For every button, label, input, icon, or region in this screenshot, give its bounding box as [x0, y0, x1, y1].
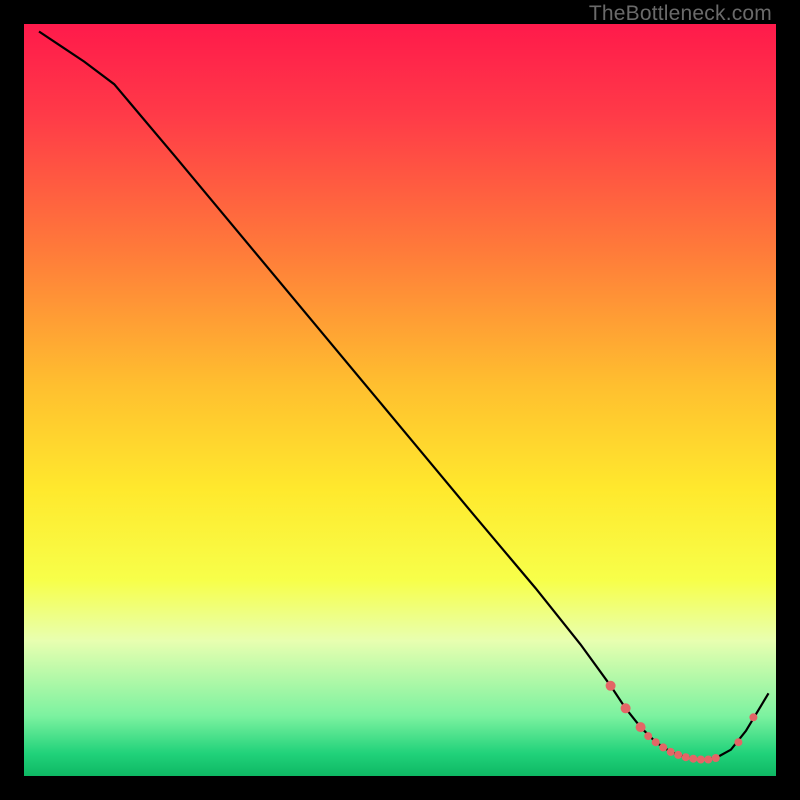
marker-dot: [682, 753, 690, 761]
marker-dot: [674, 751, 682, 759]
marker-dot: [636, 722, 646, 732]
plot-frame: [24, 24, 776, 776]
marker-dot: [689, 755, 697, 763]
marker-dot: [749, 713, 757, 721]
gradient-background: [24, 24, 776, 776]
bottleneck-chart: [24, 24, 776, 776]
marker-dot: [667, 748, 675, 756]
marker-dot: [621, 703, 631, 713]
marker-dot: [704, 756, 712, 764]
marker-dot: [712, 754, 720, 762]
marker-dot: [606, 681, 616, 691]
marker-dot: [697, 756, 705, 764]
marker-dot: [734, 738, 742, 746]
marker-dot: [652, 738, 660, 746]
marker-dot: [659, 743, 667, 751]
watermark-text: TheBottleneck.com: [589, 2, 772, 26]
marker-dot: [644, 732, 652, 740]
